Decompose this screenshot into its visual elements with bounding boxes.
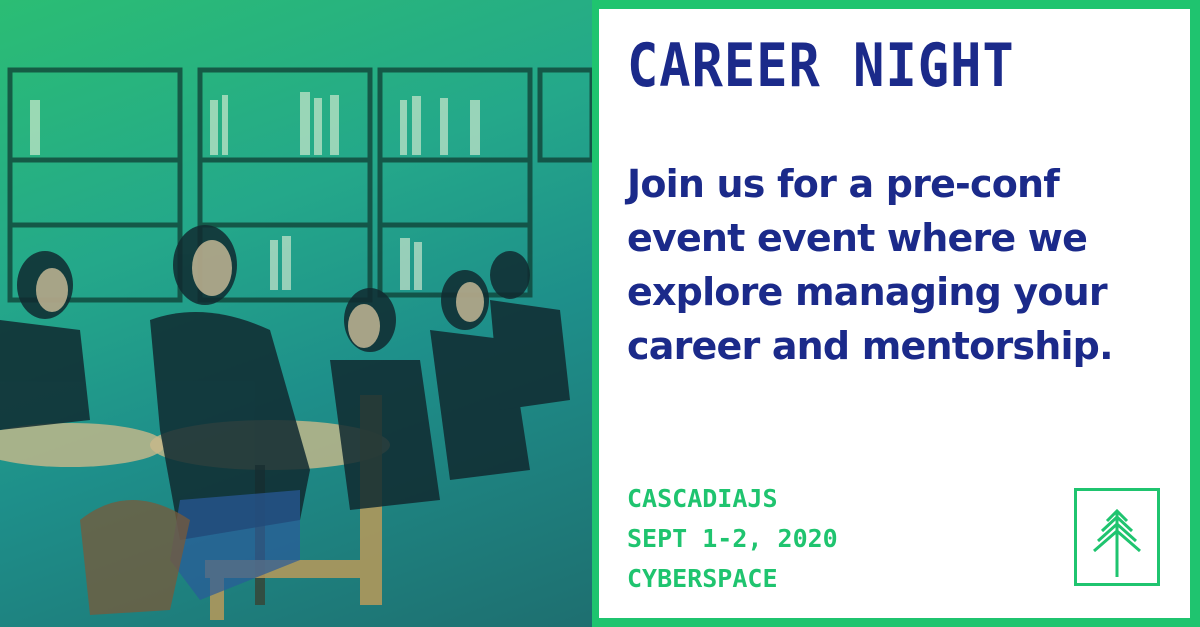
tree-icon [1093, 508, 1141, 577]
conference-name: CASCADIAJS [627, 484, 778, 513]
event-location: CYBERSPACE [627, 564, 778, 593]
people-at-tables-icon [0, 67, 592, 620]
event-dates: SEPT 1-2, 2020 [627, 524, 838, 553]
event-title: CAREER NIGHT [627, 32, 1015, 102]
event-description: Join us for a pre-conf event event where… [627, 162, 1114, 368]
event-card: CAREER NIGHT Join us for a pre-conf even… [599, 9, 1190, 618]
event-photo [0, 0, 592, 627]
event-details: CASCADIAJS SEPT 1-2, 2020 CYBERSPACE [627, 479, 838, 599]
logo [1074, 488, 1160, 586]
